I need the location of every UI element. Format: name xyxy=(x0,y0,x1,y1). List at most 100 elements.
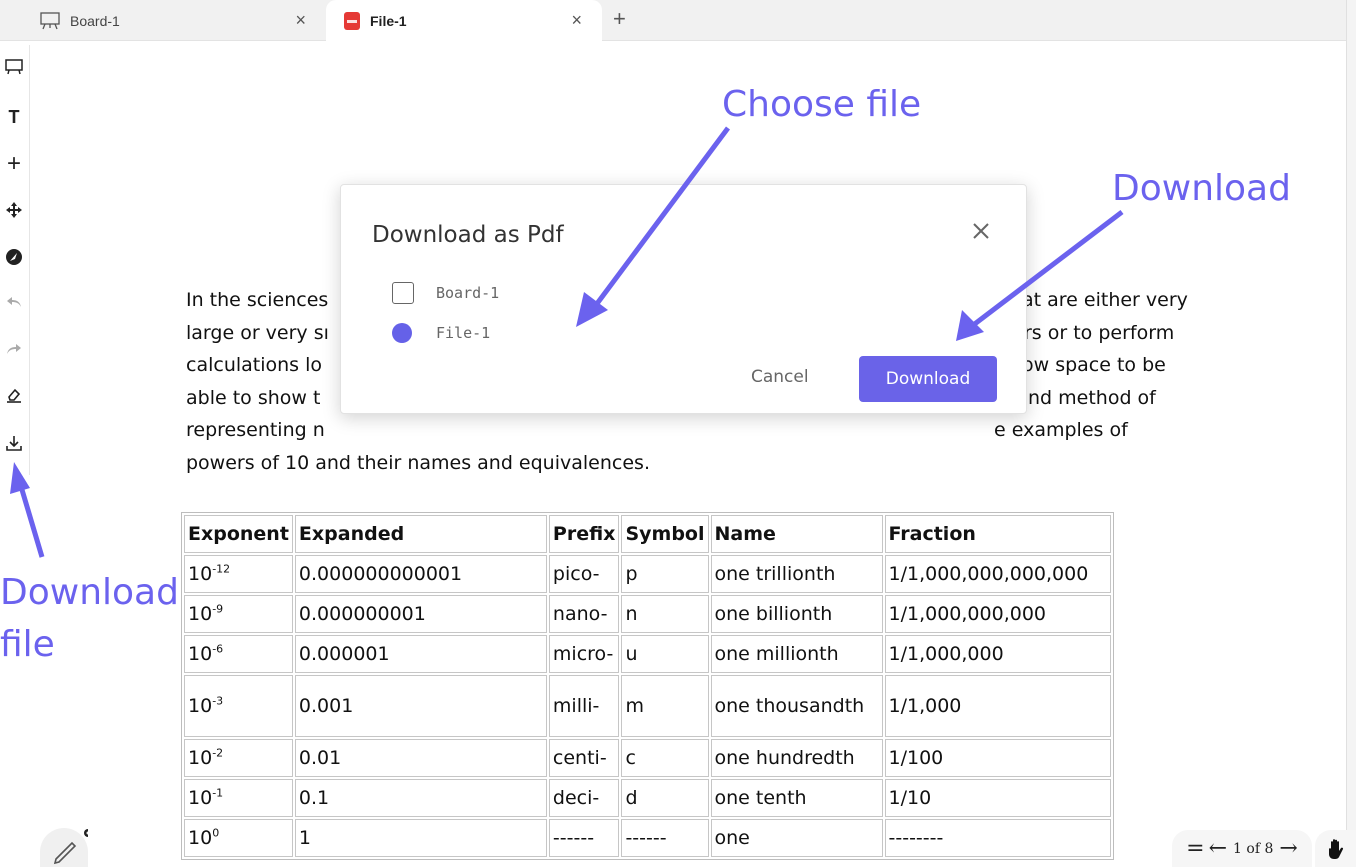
column-header: Symbol xyxy=(621,515,709,553)
symbol-cell: u xyxy=(621,635,709,673)
close-icon[interactable]: × xyxy=(295,10,306,31)
fraction-cell: 1/1,000 xyxy=(884,675,1111,737)
download-tool-icon[interactable] xyxy=(2,431,26,455)
option-label: Board-1 xyxy=(436,284,500,302)
left-toolbar: T + xyxy=(0,45,30,475)
page-navigator: = ← 1 of 8 → xyxy=(1172,830,1312,867)
symbol-cell: m xyxy=(621,675,709,737)
expanded-cell: 0.01 xyxy=(294,739,547,777)
annotation-line: file xyxy=(0,624,55,665)
exponent-cell: 10-3 xyxy=(184,675,293,737)
column-header: Expanded xyxy=(294,515,547,553)
fraction-cell: -------- xyxy=(884,819,1111,857)
next-page-icon[interactable]: → xyxy=(1277,836,1299,861)
tab-board-1[interactable]: Board-1 × xyxy=(30,0,326,41)
table-header-row: Exponent Expanded Prefix Symbol Name Fra… xyxy=(184,515,1111,553)
doc-line-fragment: e examples of xyxy=(994,419,1128,442)
name-cell: one millionth xyxy=(710,635,883,673)
symbol-cell: d xyxy=(621,779,709,817)
name-cell: one xyxy=(710,819,883,857)
pen-settings-button[interactable] xyxy=(40,828,92,867)
annotation-download-file: Download file xyxy=(0,567,179,671)
text-tool-icon[interactable]: T xyxy=(2,105,26,129)
expanded-cell: 0.001 xyxy=(294,675,547,737)
column-header: Exponent xyxy=(184,515,293,553)
pdf-file-icon xyxy=(344,11,360,30)
table-row: 10-9 0.000000001 nano- n one billionth 1… xyxy=(184,595,1111,633)
expanded-cell: 0.000000000001 xyxy=(294,555,547,593)
symbol-cell: c xyxy=(621,739,709,777)
prev-page-icon[interactable]: ← xyxy=(1207,836,1229,861)
tab-label: File-1 xyxy=(370,12,407,29)
annotation-line: Download xyxy=(0,572,179,613)
prefix-cell: centi- xyxy=(548,739,620,777)
eraser-tool-icon[interactable] xyxy=(2,383,26,407)
page-indicator: 1 of 8 xyxy=(1233,840,1274,857)
doc-line-fragment: ow space to be xyxy=(1022,354,1166,377)
name-cell: one tenth xyxy=(710,779,883,817)
exponent-cell: 10-6 xyxy=(184,635,293,673)
prefix-cell: pico- xyxy=(548,555,620,593)
redo-tool-icon[interactable] xyxy=(2,337,26,361)
prefix-cell: milli- xyxy=(548,675,620,737)
tab-label: Board-1 xyxy=(70,12,120,29)
option-file-1[interactable]: File-1 xyxy=(392,321,490,345)
whiteboard-icon xyxy=(40,11,60,30)
prefix-cell: micro- xyxy=(548,635,620,673)
add-tool-icon[interactable]: + xyxy=(2,150,26,177)
symbol-cell: n xyxy=(621,595,709,633)
tab-file-1[interactable]: File-1 × xyxy=(326,0,602,41)
name-cell: one billionth xyxy=(710,595,883,633)
table-row: 100 1 ------ ------ one -------- xyxy=(184,819,1111,857)
name-cell: one hundredth xyxy=(710,739,883,777)
dialog-title: Download as Pdf xyxy=(372,222,564,248)
option-board-1[interactable]: Board-1 xyxy=(392,281,499,305)
fraction-cell: 1/1,000,000,000,000 xyxy=(884,555,1111,593)
menu-icon[interactable]: = xyxy=(1184,836,1206,861)
symbol-cell: p xyxy=(621,555,709,593)
new-tab-button[interactable]: + xyxy=(613,6,626,32)
exponent-cell: 10-1 xyxy=(184,779,293,817)
radio-selected[interactable] xyxy=(392,323,412,343)
table-row: 10-12 0.000000000001 pico- p one trillio… xyxy=(184,555,1111,593)
text-tool-glyph: T xyxy=(8,106,20,127)
table-row: 10-1 0.1 deci- d one tenth 1/10 xyxy=(184,779,1111,817)
cancel-button[interactable]: Cancel xyxy=(751,367,809,387)
symbol-cell: ------ xyxy=(621,819,709,857)
arrow-download-file xyxy=(10,462,45,558)
navigate-tool-icon[interactable] xyxy=(2,245,26,269)
move-tool-icon[interactable] xyxy=(2,198,26,222)
column-header: Prefix xyxy=(548,515,620,553)
column-header: Fraction xyxy=(884,515,1111,553)
expanded-cell: 0.000001 xyxy=(294,635,547,673)
fraction-cell: 1/10 xyxy=(884,779,1111,817)
exponent-cell: 10-9 xyxy=(184,595,293,633)
column-header: Name xyxy=(710,515,883,553)
exponent-cell: 10-12 xyxy=(184,555,293,593)
whiteboard-tool-icon[interactable] xyxy=(2,55,26,79)
undo-tool-icon[interactable] xyxy=(2,290,26,314)
exponent-cell: 10-2 xyxy=(184,739,293,777)
download-pdf-dialog: Download as Pdf Board-1 File-1 Cancel Do… xyxy=(340,184,1027,414)
checkbox[interactable] xyxy=(392,282,414,304)
pencil-gear-icon xyxy=(53,829,92,865)
annotation-download: Download xyxy=(1112,168,1291,209)
prefix-cell: deci- xyxy=(548,779,620,817)
powers-of-ten-table: Exponent Expanded Prefix Symbol Name Fra… xyxy=(181,512,1114,860)
annotation-choose-file: Choose file xyxy=(722,84,922,125)
window-edge xyxy=(1346,0,1356,867)
close-icon[interactable]: × xyxy=(571,10,582,31)
download-button[interactable]: Download xyxy=(859,356,997,402)
close-icon[interactable] xyxy=(969,219,993,243)
table-row: 10-6 0.000001 micro- u one millionth 1/1… xyxy=(184,635,1111,673)
prefix-cell: nano- xyxy=(548,595,620,633)
doc-line-fragment: at are either very xyxy=(1022,289,1188,311)
table-row: 10-3 0.001 milli- m one thousandth 1/1,0… xyxy=(184,675,1111,737)
expanded-cell: 0.000000001 xyxy=(294,595,547,633)
fraction-cell: 1/1,000,000 xyxy=(884,635,1111,673)
doc-line-fragment: nd method of xyxy=(1028,386,1156,409)
hand-tool-icon[interactable] xyxy=(1315,830,1356,867)
expanded-cell: 0.1 xyxy=(294,779,547,817)
fraction-cell: 1/1,000,000,000 xyxy=(884,595,1111,633)
doc-line-fragment: rs or to perform xyxy=(1024,321,1175,344)
